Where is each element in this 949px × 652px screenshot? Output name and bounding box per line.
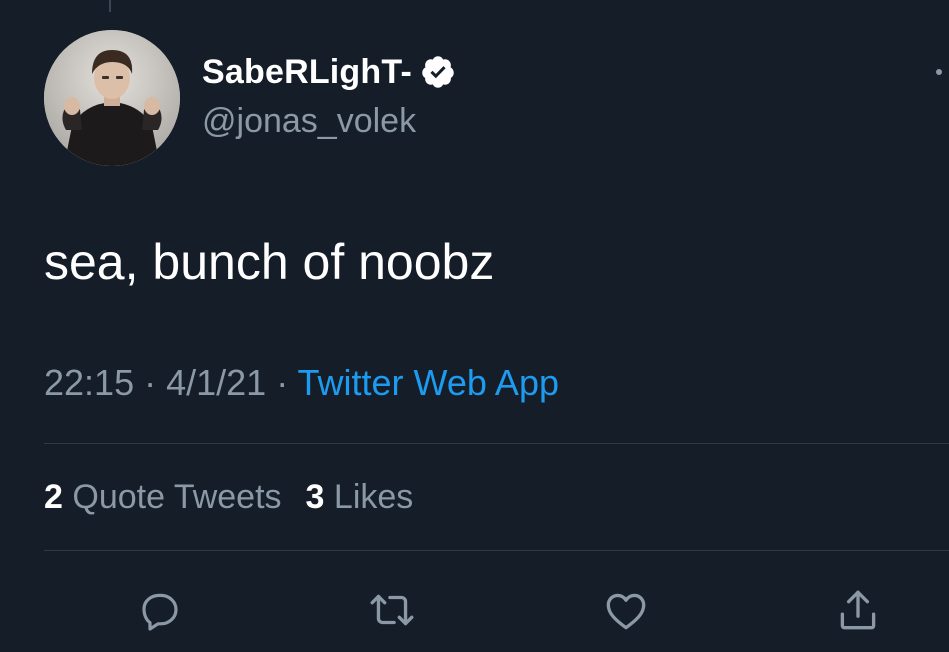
reply-icon: [142, 593, 178, 631]
quote-tweets-label: Quote Tweets: [72, 478, 282, 516]
quote-tweets-count: 2: [44, 478, 63, 516]
tweet-meta-row: 22:15 · 4/1/21 · Twitter Web App: [44, 362, 559, 404]
tweet-detail-view: SabeRLighT- @jonas_volek sea, bunch of n…: [0, 0, 949, 652]
tweet-actions-bar: [0, 584, 949, 636]
retweet-button[interactable]: [366, 584, 418, 636]
like-button[interactable]: [600, 584, 652, 636]
author-handle[interactable]: @jonas_volek: [202, 102, 416, 141]
verified-badge-icon: [422, 56, 454, 88]
like-icon: [606, 593, 646, 630]
meta-separator: ·: [134, 362, 167, 403]
more-options-icon[interactable]: [936, 69, 942, 75]
avatar[interactable]: [44, 30, 180, 166]
retweet-icon: [370, 594, 414, 626]
engagement-stats: 2 Quote Tweets 3 Likes: [44, 478, 413, 517]
divider: [44, 443, 949, 444]
likes-count: 3: [305, 478, 325, 516]
quote-tweets-stat[interactable]: 2 Quote Tweets: [44, 478, 282, 516]
likes-stat[interactable]: 3 Likes: [306, 478, 414, 516]
meta-separator: ·: [266, 362, 298, 403]
share-icon: [840, 590, 876, 630]
author-display-name[interactable]: SabeRLighT-: [202, 53, 412, 92]
share-button[interactable]: [832, 584, 884, 636]
reply-button[interactable]: [134, 584, 186, 636]
tweet-date[interactable]: 4/1/21: [166, 362, 266, 403]
tweet-text: sea, bunch of noobz: [44, 234, 495, 290]
tweet-source-link[interactable]: Twitter Web App: [298, 362, 559, 403]
author-name-row[interactable]: SabeRLighT-: [202, 50, 456, 94]
thread-connector-line: [109, 0, 111, 12]
likes-label: Likes: [333, 478, 414, 516]
tweet-time[interactable]: 22:15: [44, 362, 134, 403]
divider: [44, 550, 949, 551]
